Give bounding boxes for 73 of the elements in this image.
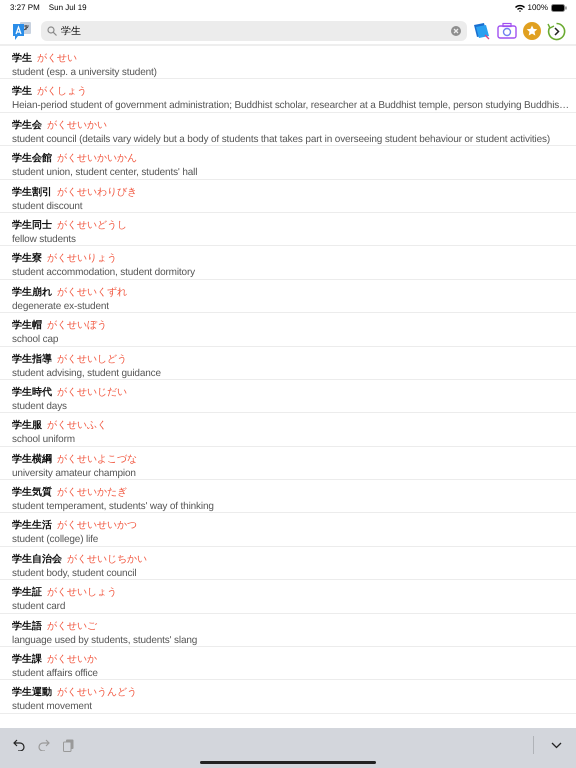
reading: がくせいご <box>47 620 97 633</box>
headword: 学生生活 <box>12 518 52 532</box>
gloss: student body, student council <box>12 568 138 579</box>
reading: がくせいせいかつ <box>57 519 137 532</box>
gloss: school uniform <box>12 434 76 446</box>
gloss: student discount <box>12 200 84 212</box>
reading: がくせいじちかい <box>67 552 147 566</box>
camera-icon[interactable] <box>497 22 517 40</box>
gloss: student council (details vary widely but a body of students that takes part in overseeing student behaviour or student activities) <box>12 134 552 145</box>
reading: がくせいくずれ <box>57 286 127 299</box>
headword: 学生課 <box>12 652 42 666</box>
gloss: fellow students <box>12 234 77 245</box>
reading: がくせいじだい <box>57 386 127 399</box>
reading: がくせい <box>37 52 77 65</box>
gloss: student temperament, students' way of thinking <box>12 501 215 512</box>
gloss: student affairs office <box>12 668 99 680</box>
chevron-down-icon[interactable] <box>551 742 562 748</box>
gloss: Heian-period student of government administration; Buddhist scholar, researcher at a Buddhist temple, person studying Buddhis… <box>12 100 570 112</box>
reading: がくせいぼう <box>47 319 107 332</box>
headword: 学生指導 <box>12 352 52 366</box>
gloss: student union, student center, students' hall <box>12 167 198 178</box>
gloss: student (esp. a university student) <box>12 67 158 78</box>
headword: 学生時代 <box>12 386 52 399</box>
gloss: student card <box>12 601 66 612</box>
headword: 学生気質 <box>12 486 52 500</box>
reading: がくせいかたぎ <box>57 486 127 500</box>
headword: 学生運動 <box>12 686 52 700</box>
headword: 学生会館 <box>12 152 52 166</box>
gloss: student advising, student guidance <box>12 368 162 379</box>
translate-app-icon[interactable] <box>13 21 31 41</box>
headword: 学生同士 <box>12 218 52 232</box>
gloss: student (college) life <box>12 534 100 546</box>
handwriting-icon[interactable] <box>473 22 491 40</box>
gloss: university amateur champion <box>12 468 137 479</box>
gloss: degenerate ex-student <box>12 300 110 312</box>
reading: がくせいしどう <box>57 352 127 366</box>
gloss: student movement <box>12 701 93 712</box>
reading: がくせいよこづな <box>57 452 137 466</box>
headword: 学生服 <box>12 418 42 432</box>
headword: 学生帽 <box>12 318 42 332</box>
wifi-icon <box>514 4 525 12</box>
search-field[interactable]: 学生 <box>41 21 467 41</box>
reading: がくせいうんどう <box>57 686 137 700</box>
reading: がくしょう <box>37 85 87 98</box>
history-icon[interactable] <box>547 22 566 40</box>
reading: がくせいりょう <box>47 252 117 266</box>
undo-icon[interactable] <box>13 739 25 751</box>
status-time: 3:27 PM <box>10 3 40 12</box>
headword: 学生割引 <box>12 186 52 199</box>
gloss: student accommodation, student dormitory <box>12 267 196 278</box>
reading: がくせいかいかん <box>57 152 137 166</box>
battery-percent: 100% <box>528 3 548 12</box>
headword: 学生証 <box>12 586 42 600</box>
gloss: school cap <box>12 334 60 346</box>
headword: 学生語 <box>12 620 42 633</box>
gloss: student days <box>12 400 68 412</box>
headword: 学生寮 <box>12 252 42 266</box>
headword: 学生 <box>12 84 32 98</box>
clear-icon[interactable] <box>451 26 461 36</box>
headword: 学生崩れ <box>12 286 52 299</box>
headword: 学生横綱 <box>12 452 52 466</box>
reading: がくせいかい <box>47 118 107 132</box>
status-date: Sun Jul 19 <box>48 3 87 12</box>
reading: がくせいわりびき <box>57 186 137 199</box>
reading: がくせいか <box>47 653 97 666</box>
headword: 学生会 <box>12 118 42 132</box>
reading: がくせいどうし <box>57 218 127 232</box>
gloss: language used by students, students' slang <box>12 634 198 646</box>
battery-icon <box>551 4 567 12</box>
headword: 学生自治会 <box>12 552 62 566</box>
reading: がくせいふく <box>47 419 107 432</box>
reading: がくせいしょう <box>47 586 117 600</box>
headword: 学生 <box>12 52 32 65</box>
